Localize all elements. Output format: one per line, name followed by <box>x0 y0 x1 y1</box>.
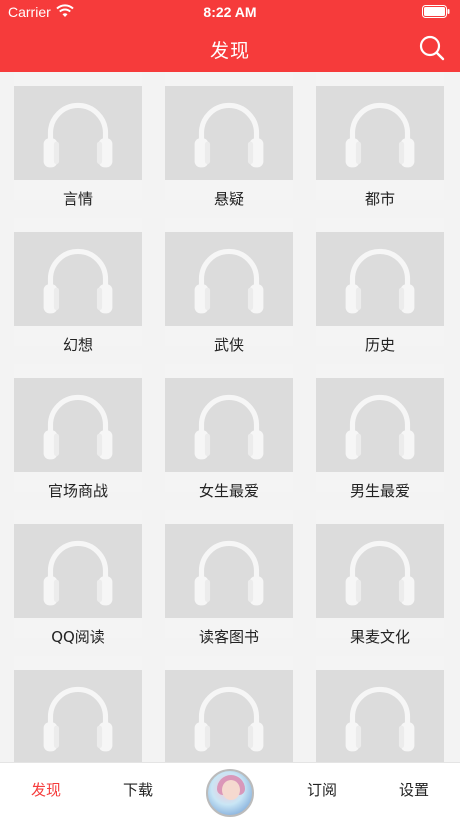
headphones-icon <box>345 394 415 460</box>
category-card[interactable]: 女生最爱 <box>165 364 293 500</box>
category-card[interactable] <box>14 656 142 762</box>
headphones-icon <box>43 540 113 606</box>
category-thumbnail <box>14 524 142 618</box>
status-time: 8:22 AM <box>203 4 257 20</box>
category-card[interactable]: 言情 <box>14 72 142 208</box>
headphones-icon <box>345 686 415 752</box>
category-thumbnail <box>316 86 444 180</box>
category-card[interactable]: 武侠 <box>165 218 293 354</box>
headphones-icon <box>345 540 415 606</box>
tab-bar: 发现 下载 订阅 设置 <box>0 762 460 818</box>
category-card[interactable]: 悬疑 <box>165 72 293 208</box>
category-thumbnail <box>14 232 142 326</box>
category-thumbnail <box>165 524 293 618</box>
headphones-icon <box>43 686 113 752</box>
category-label: 读客图书 <box>198 628 259 646</box>
headphones-icon <box>194 686 264 752</box>
category-thumbnail <box>165 86 293 180</box>
category-label: 幻想 <box>62 336 93 354</box>
app-header: Carrier 8:22 AM 发现 <box>0 0 460 72</box>
category-label: 官场商战 <box>47 482 108 500</box>
category-thumbnail <box>316 524 444 618</box>
category-thumbnail <box>14 86 142 180</box>
category-label: 男生最爱 <box>349 482 410 500</box>
category-thumbnail <box>316 670 444 762</box>
category-card[interactable]: 男生最爱 <box>316 364 444 500</box>
headphones-icon <box>194 394 264 460</box>
headphones-icon <box>194 102 264 168</box>
tab-download[interactable]: 下载 <box>92 763 184 818</box>
tab-discover[interactable]: 发现 <box>0 763 92 818</box>
category-card[interactable]: 历史 <box>316 218 444 354</box>
tab-subscribe[interactable]: 订阅 <box>276 763 368 818</box>
category-thumbnail <box>316 378 444 472</box>
headphones-icon <box>194 248 264 314</box>
category-thumbnail <box>316 232 444 326</box>
headphones-icon <box>345 248 415 314</box>
category-thumbnail <box>165 232 293 326</box>
category-thumbnail <box>165 670 293 762</box>
tab-settings[interactable]: 设置 <box>368 763 460 818</box>
category-card[interactable]: 官场商战 <box>14 364 142 500</box>
headphones-icon <box>43 394 113 460</box>
headphones-icon <box>43 248 113 314</box>
player-avatar-button[interactable] <box>206 769 254 817</box>
category-thumbnail <box>14 378 142 472</box>
category-card[interactable]: 读客图书 <box>165 510 293 646</box>
category-card[interactable]: QQ阅读 <box>14 510 142 646</box>
category-label: 历史 <box>364 336 395 354</box>
page-title: 发现 <box>209 40 250 62</box>
category-label: 女生最爱 <box>198 482 259 500</box>
category-grid: 言情 悬疑 都市幻想 武侠 历史官场商战 女生最爱 男生最爱 QQ阅读 读客图书 果麦文化 <box>0 72 460 762</box>
headphones-icon <box>43 102 113 168</box>
headphones-icon <box>194 540 264 606</box>
category-card[interactable] <box>165 656 293 762</box>
avatar-face <box>222 780 240 800</box>
headphones-icon <box>345 102 415 168</box>
category-label: 都市 <box>364 190 395 208</box>
category-label: 武侠 <box>213 336 244 354</box>
battery-icon <box>422 5 450 18</box>
category-label: QQ阅读 <box>51 628 105 646</box>
category-card[interactable]: 都市 <box>316 72 444 208</box>
category-thumbnail <box>14 670 142 762</box>
category-thumbnail <box>165 378 293 472</box>
search-icon[interactable] <box>418 34 446 62</box>
category-card[interactable] <box>316 656 444 762</box>
category-card[interactable]: 幻想 <box>14 218 142 354</box>
category-label: 果麦文化 <box>349 628 410 646</box>
category-label: 悬疑 <box>213 190 244 208</box>
status-bar: Carrier 8:22 AM <box>0 0 460 24</box>
category-label: 言情 <box>62 190 93 208</box>
category-card[interactable]: 果麦文化 <box>316 510 444 646</box>
